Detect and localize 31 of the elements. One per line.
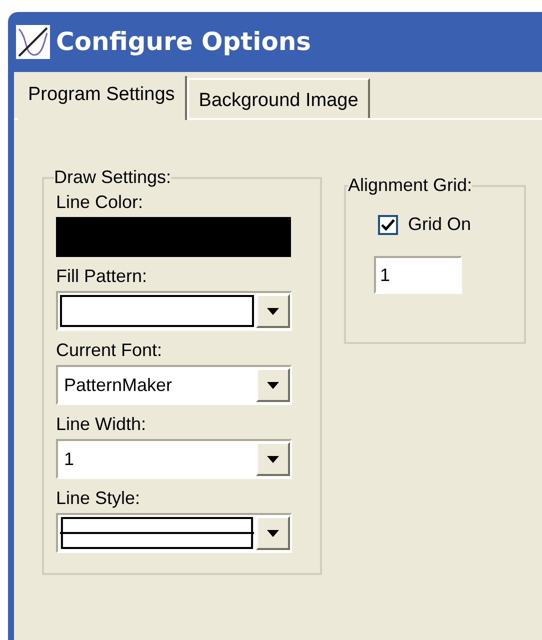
caret-icon	[267, 456, 279, 462]
combo-box[interactable]	[56, 291, 292, 331]
field-label: Fill Pattern:	[56, 265, 148, 287]
combo-value: 1	[63, 448, 76, 470]
field-label: Line Width:	[56, 413, 148, 435]
combo-value: PatternMaker	[63, 374, 174, 396]
tab[interactable]: Background Image	[186, 78, 370, 118]
app-icon	[16, 25, 50, 59]
combo-box[interactable]: 1	[56, 439, 292, 479]
dropdown-button[interactable]	[256, 294, 290, 328]
window-title: Configure Options	[56, 26, 312, 58]
checkbox-label: Grid On	[408, 213, 472, 236]
field-label: Line Style:	[56, 487, 142, 509]
caret-icon	[267, 530, 279, 536]
combo-box[interactable]: PatternMaker	[56, 365, 292, 405]
color-swatch[interactable]	[56, 217, 291, 257]
check-icon	[381, 218, 395, 230]
tab[interactable]: Program Settings	[18, 76, 187, 120]
group-label: Draw Settings:	[54, 166, 172, 189]
dropdown-button[interactable]	[256, 442, 290, 476]
checkbox[interactable]	[378, 214, 398, 234]
combo-box[interactable]	[56, 513, 292, 553]
caret-icon	[267, 308, 279, 314]
dropdown-button[interactable]	[256, 516, 290, 550]
grid-spacing-field[interactable]: 1	[374, 256, 462, 294]
group-label: Alignment Grid:	[348, 174, 472, 197]
caret-icon	[267, 382, 279, 388]
dropdown-button[interactable]	[256, 368, 290, 402]
field-label: Line Color:	[56, 191, 144, 213]
line-style-icon	[60, 517, 254, 549]
field-label: Current Font:	[56, 339, 164, 361]
